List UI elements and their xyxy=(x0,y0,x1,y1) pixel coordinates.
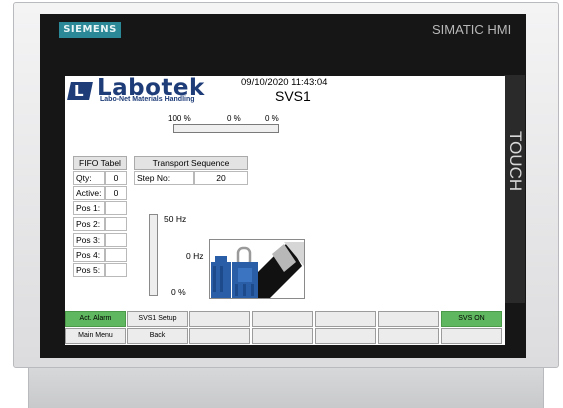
page-title: SVS1 xyxy=(275,88,311,104)
fifo-pos-3-value xyxy=(105,233,127,247)
softkey-f3[interactable] xyxy=(189,311,250,327)
fifo-pos-1-label: Pos 1: xyxy=(73,201,105,215)
fifo-pos-4-value xyxy=(105,248,127,262)
frequency-bar xyxy=(149,214,158,296)
labotek-logo-icon: L xyxy=(67,82,93,100)
fifo-pos-1-value xyxy=(105,201,127,215)
step-number-label: Step No: xyxy=(134,171,194,185)
act-alarm-button[interactable]: Act. Alarm xyxy=(65,311,126,327)
transport-sequence-title: Transport Sequence xyxy=(134,156,248,170)
device-model-label: SIMATIC HMI xyxy=(432,22,512,37)
frequency-current-value: 0 Hz xyxy=(186,251,204,261)
fifo-pos-2-value xyxy=(105,217,127,231)
softkey-f4[interactable] xyxy=(252,311,313,327)
siemens-logo: SIEMENS xyxy=(59,22,121,38)
fifo-qty-label: Qty: xyxy=(73,171,105,185)
softkey-f13[interactable] xyxy=(378,328,439,344)
hmi-screen: L Labotek Labo-Net Materials Handling 09… xyxy=(65,76,505,345)
hmi-panel-base xyxy=(28,368,544,408)
fifo-pos-5-value xyxy=(105,263,127,277)
fifo-active-label: Active: xyxy=(73,186,105,200)
svs-on-button[interactable]: SVS ON xyxy=(441,311,502,327)
softkey-bar: Act. Alarm SVS1 Setup SVS ON Main Menu B… xyxy=(65,311,505,345)
svs1-setup-button[interactable]: SVS1 Setup xyxy=(127,311,188,327)
fifo-qty-value: 0 xyxy=(105,171,127,185)
softkey-f6[interactable] xyxy=(378,311,439,327)
fifo-pos-3-label: Pos 3: xyxy=(73,233,105,247)
touch-label: TOUCH xyxy=(506,131,525,192)
main-menu-button[interactable]: Main Menu xyxy=(65,328,126,344)
conveyor-machine-icon xyxy=(209,239,305,299)
fifo-pos-4-label: Pos 4: xyxy=(73,248,105,262)
softkey-f14[interactable] xyxy=(441,328,502,344)
fifo-pos-5-label: Pos 5: xyxy=(73,263,105,277)
fifo-title: FIFO Tabel xyxy=(73,156,127,170)
progress-label-3: 0 % xyxy=(265,114,279,123)
softkey-f12[interactable] xyxy=(315,328,376,344)
back-button[interactable]: Back xyxy=(127,328,188,344)
softkey-f11[interactable] xyxy=(252,328,313,344)
fifo-pos-2-label: Pos 2: xyxy=(73,217,105,231)
progress-label-1: 100 % xyxy=(168,114,191,123)
step-number-value: 20 xyxy=(194,171,248,185)
progress-label-2: 0 % xyxy=(227,114,241,123)
fifo-active-value: 0 xyxy=(105,186,127,200)
frequency-percent-value: 0 % xyxy=(171,287,186,297)
progress-bar xyxy=(173,124,279,133)
softkey-f10[interactable] xyxy=(189,328,250,344)
labotek-logo-tagline: Labo-Net Materials Handling xyxy=(100,96,195,103)
softkey-f5[interactable] xyxy=(315,311,376,327)
frequency-max-label: 50 Hz xyxy=(164,214,187,224)
